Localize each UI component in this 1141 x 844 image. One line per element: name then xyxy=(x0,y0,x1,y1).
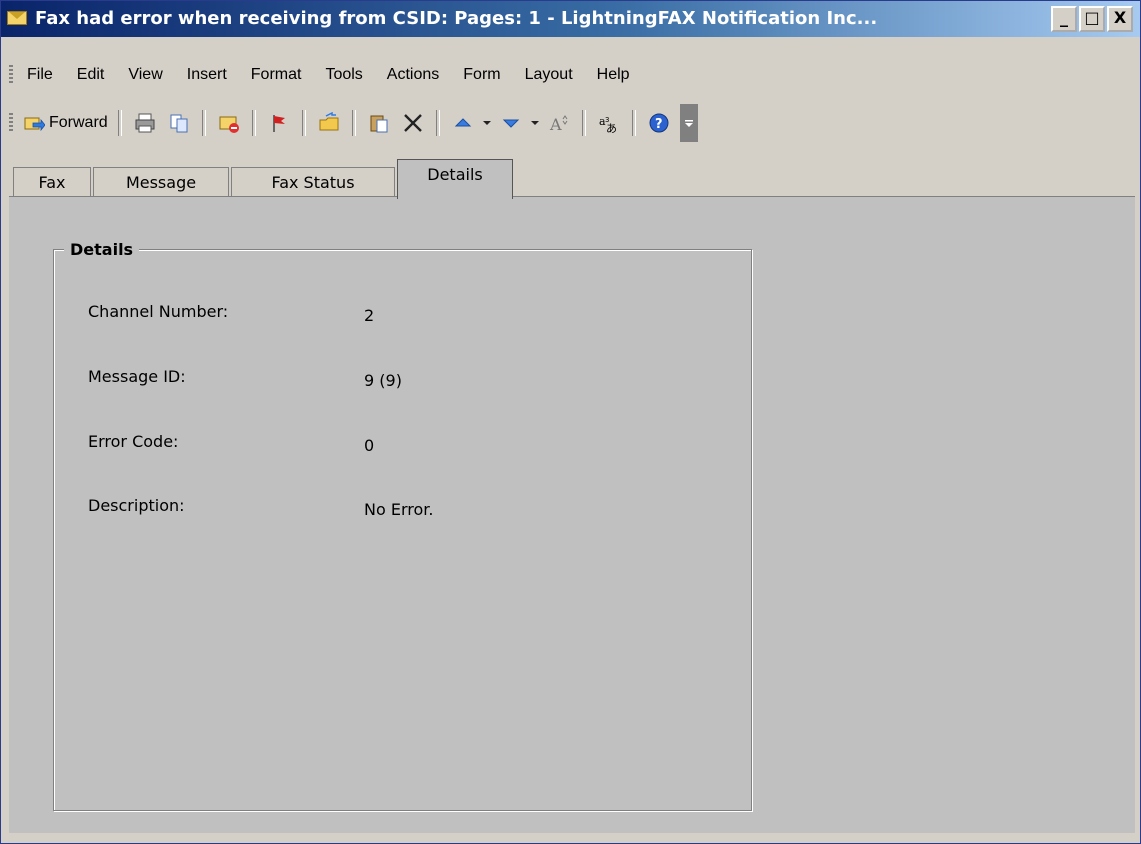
menubar-grip[interactable] xyxy=(9,65,13,85)
envelope-icon xyxy=(7,11,27,25)
message-id-label: Message ID: xyxy=(88,367,186,386)
svg-text:A: A xyxy=(549,115,562,134)
tab-fax-status[interactable]: Fax Status xyxy=(231,167,395,197)
toolbar-separator xyxy=(581,110,586,136)
tab-fax[interactable]: Fax xyxy=(13,167,91,197)
forward-label: Forward xyxy=(49,114,108,131)
copy-button[interactable] xyxy=(162,106,196,140)
toolbar-grip[interactable] xyxy=(9,113,13,133)
toolbar-separator xyxy=(251,110,256,136)
menu-help[interactable]: Help xyxy=(597,66,630,84)
menu-actions[interactable]: Actions xyxy=(387,66,439,84)
paste-icon xyxy=(370,115,388,133)
flag-button[interactable] xyxy=(262,106,296,140)
delete-button[interactable] xyxy=(396,106,430,140)
font-size-button[interactable]: A xyxy=(542,106,576,140)
print-icon xyxy=(135,113,155,133)
details-groupbox: Details Channel Number: 2 Message ID: 9 … xyxy=(53,240,752,811)
toolbar-separator xyxy=(435,110,440,136)
encoding-icon: a 3 あ xyxy=(599,115,617,134)
details-tab-panel: Details Channel Number: 2 Message ID: 9 … xyxy=(9,196,1135,833)
maximize-button[interactable]: □ xyxy=(1079,6,1105,32)
menu-bar: File Edit View Insert Format Tools Actio… xyxy=(1,58,1140,92)
next-item-dropdown[interactable] xyxy=(528,106,542,140)
channel-number-value: 2 xyxy=(364,306,375,325)
delete-icon xyxy=(403,114,422,132)
next-item-icon xyxy=(502,119,519,128)
tab-message[interactable]: Message xyxy=(93,167,229,197)
close-button[interactable]: X xyxy=(1107,6,1133,32)
move-to-folder-icon xyxy=(319,112,339,131)
title-bar[interactable]: Fax had error when receiving from CSID: … xyxy=(1,1,1140,37)
flag-icon xyxy=(272,115,285,132)
description-label: Description: xyxy=(88,496,185,515)
encoding-button[interactable]: a 3 あ xyxy=(592,106,626,140)
copy-icon xyxy=(170,114,188,133)
svg-text:あ: あ xyxy=(606,122,617,134)
toolbar-separator xyxy=(351,110,356,136)
channel-number-label: Channel Number: xyxy=(88,302,229,321)
menu-form[interactable]: Form xyxy=(463,66,500,84)
next-item-button[interactable] xyxy=(494,106,528,140)
previous-item-icon xyxy=(454,118,471,127)
message-id-value: 9 (9) xyxy=(364,371,402,390)
standard-toolbar: Forward A a 3 あ ? xyxy=(1,101,881,145)
chevron-down-icon xyxy=(482,121,491,125)
error-code-value: 0 xyxy=(364,436,375,455)
tab-details[interactable]: Details xyxy=(397,159,513,199)
previous-item-button[interactable] xyxy=(446,106,480,140)
menu-tools[interactable]: Tools xyxy=(325,66,362,84)
chevron-down-icon xyxy=(530,121,539,125)
toolbar-options-button[interactable] xyxy=(679,104,698,142)
menu-layout[interactable]: Layout xyxy=(525,66,573,84)
description-value: No Error. xyxy=(364,500,434,519)
toolbar-separator xyxy=(201,110,206,136)
details-group-title: Details xyxy=(64,240,140,259)
error-code-label: Error Code: xyxy=(88,432,179,451)
toolbar-separator xyxy=(301,110,306,136)
toolbar-separator xyxy=(117,110,122,136)
font-size-icon: A xyxy=(549,115,568,134)
move-to-folder-button[interactable] xyxy=(312,106,346,140)
paste-button[interactable] xyxy=(362,106,396,140)
help-button[interactable]: ? xyxy=(642,106,676,140)
menu-insert[interactable]: Insert xyxy=(187,66,227,84)
forward-icon xyxy=(24,117,45,132)
fax-window: Fax had error when receiving from CSID: … xyxy=(0,0,1141,844)
chevron-down-icon xyxy=(684,120,693,127)
previous-item-dropdown[interactable] xyxy=(480,106,494,140)
reply-button[interactable] xyxy=(212,106,246,140)
print-button[interactable] xyxy=(128,106,162,140)
menu-edit[interactable]: Edit xyxy=(77,66,105,84)
minimize-button[interactable]: _ xyxy=(1051,6,1077,32)
menu-format[interactable]: Format xyxy=(251,66,302,84)
reply-icon xyxy=(219,116,239,133)
toolbar-separator xyxy=(631,110,636,136)
menu-file[interactable]: File xyxy=(27,66,53,84)
svg-text:?: ? xyxy=(655,117,663,132)
menu-view[interactable]: View xyxy=(128,66,162,84)
help-icon: ? xyxy=(649,113,669,133)
window-title: Fax had error when receiving from CSID: … xyxy=(35,8,878,29)
forward-button[interactable]: Forward xyxy=(19,106,112,140)
